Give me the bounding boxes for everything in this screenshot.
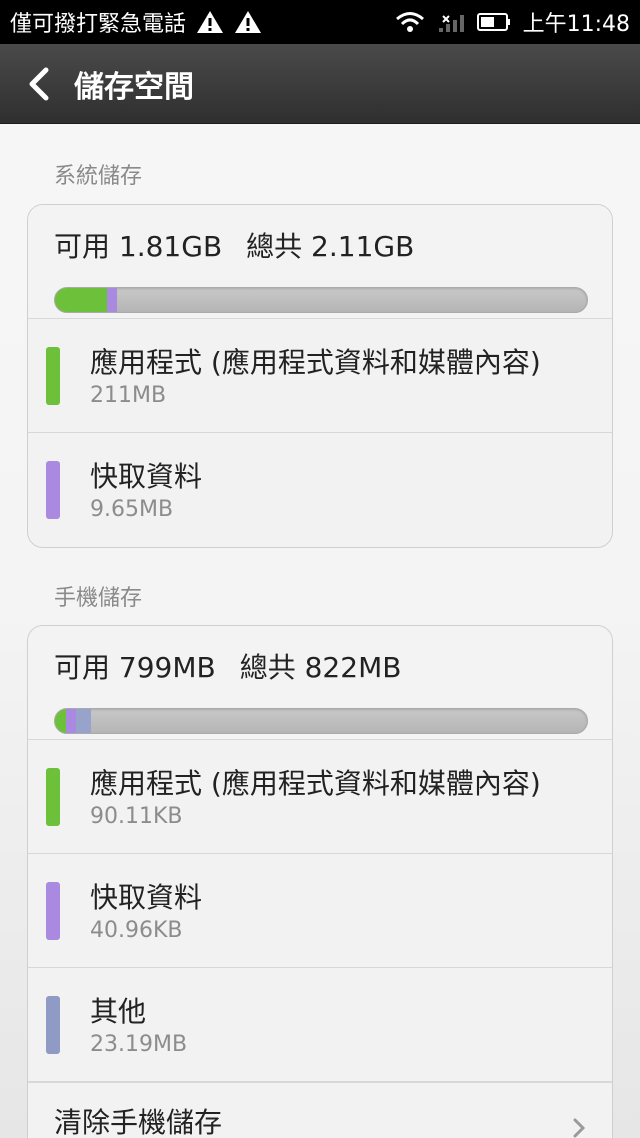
storage-summary: 可用 1.81GB 總共 2.11GB <box>28 205 612 319</box>
status-bar: 僅可撥打緊急電話 上午11:48 <box>0 0 640 44</box>
row-label: 快取資料 <box>90 460 203 493</box>
row-label: 應用程式 (應用程式資料和媒體內容) <box>90 767 541 800</box>
phone-storage-card: 可用 799MB 總共 822MB 應用程式 (應用程式資料和媒體內容) 90.… <box>27 625 613 1138</box>
section-header-system-storage: 系統儲存 <box>54 164 143 189</box>
color-indicator-apps <box>46 347 60 405</box>
total-label: 總共 2.11GB <box>246 230 415 263</box>
available-label: 可用 799MB <box>54 651 216 684</box>
row-value: 23.19MB <box>90 1032 188 1057</box>
total-label: 總共 822MB <box>239 651 402 684</box>
row-value: 40.96KB <box>90 918 183 943</box>
signal-icon <box>438 15 464 32</box>
storage-summary: 可用 799MB 總共 822MB <box>28 626 612 740</box>
row-label: 應用程式 (應用程式資料和媒體內容) <box>90 346 541 379</box>
storage-row-apps[interactable]: 應用程式 (應用程式資料和媒體內容) 211MB <box>28 319 612 433</box>
back-button[interactable] <box>8 44 68 124</box>
section-header-phone-storage: 手機儲存 <box>54 586 143 611</box>
usage-segment-apps <box>55 288 108 312</box>
color-indicator-cache <box>46 461 60 519</box>
color-indicator-other <box>46 996 60 1054</box>
title-bar: 儲存空間 <box>0 44 640 124</box>
color-indicator-apps <box>46 768 60 826</box>
storage-screen: 僅可撥打緊急電話 上午11:48 儲存空間 系統儲存 可用 1.81GB 總共 … <box>0 0 640 1138</box>
storage-usage-bar <box>54 708 588 734</box>
row-value: 90.11KB <box>90 804 183 829</box>
chevron-right-icon <box>573 1118 586 1138</box>
battery-icon <box>476 13 510 31</box>
clock: 上午11:48 <box>522 12 630 37</box>
storage-row-apps[interactable]: 應用程式 (應用程式資料和媒體內容) 90.11KB <box>28 740 612 854</box>
storage-row-cache[interactable]: 快取資料 40.96KB <box>28 854 612 968</box>
carrier-text: 僅可撥打緊急電話 <box>10 12 187 37</box>
storage-row-cache[interactable]: 快取資料 9.65MB <box>28 433 612 547</box>
usage-segment-cache <box>107 288 117 312</box>
wifi-icon <box>395 12 424 32</box>
row-label: 快取資料 <box>90 881 203 914</box>
clear-phone-storage-button[interactable]: 清除手機儲存 <box>28 1082 612 1138</box>
warning-icon <box>197 11 224 33</box>
clear-phone-storage-label: 清除手機儲存 <box>54 1106 223 1138</box>
row-label: 其他 <box>90 995 147 1028</box>
storage-usage-bar <box>54 287 588 313</box>
usage-segment-apps <box>55 709 66 733</box>
storage-row-other[interactable]: 其他 23.19MB <box>28 968 612 1082</box>
usage-segment-cache <box>65 709 77 733</box>
color-indicator-cache <box>46 882 60 940</box>
system-storage-card: 可用 1.81GB 總共 2.11GB 應用程式 (應用程式資料和媒體內容) 2… <box>27 204 613 548</box>
available-label: 可用 1.81GB <box>54 230 223 263</box>
page-title: 儲存空間 <box>74 69 194 105</box>
usage-segment-other <box>76 709 92 733</box>
row-value: 9.65MB <box>90 497 174 522</box>
warning-icon <box>235 11 262 33</box>
row-value: 211MB <box>90 383 167 408</box>
back-arrow-icon <box>29 67 49 100</box>
